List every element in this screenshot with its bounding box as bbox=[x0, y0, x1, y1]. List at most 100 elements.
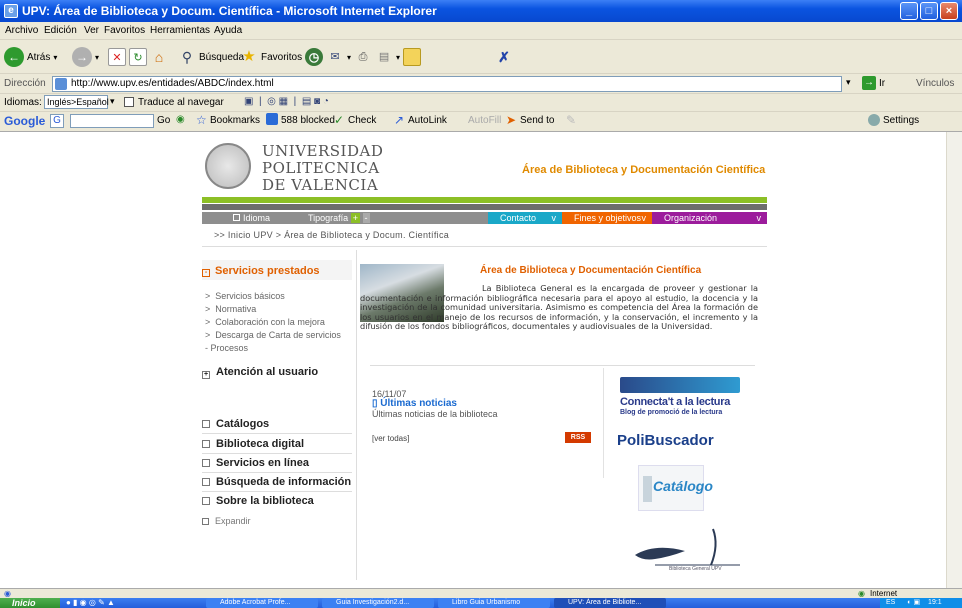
search-button[interactable]: ⚲ Búsqueda bbox=[178, 46, 244, 68]
messenger-icon[interactable]: ✗ bbox=[495, 48, 513, 66]
news-title-link[interactable]: ▯ Últimas noticias bbox=[372, 398, 457, 409]
menu-ayuda[interactable]: Ayuda bbox=[214, 25, 242, 36]
taskbar-item-libro[interactable]: Libro Guia Urbanismo bbox=[438, 598, 550, 608]
menu-ver[interactable]: Ver bbox=[84, 25, 99, 36]
nav-idioma[interactable]: Idioma bbox=[233, 212, 270, 224]
links-label[interactable]: Vínculos bbox=[916, 78, 954, 89]
university-line-2: POLITECNICA bbox=[262, 159, 380, 177]
taskbar-item-guia[interactable]: Guia Investigación2.d... bbox=[322, 598, 434, 608]
translate-checkbox[interactable] bbox=[124, 97, 134, 107]
catalogo-banner[interactable]: Catálogo bbox=[638, 465, 713, 511]
sendto-button[interactable]: Send to bbox=[520, 115, 554, 126]
autofill-button[interactable]: AutoFill bbox=[468, 115, 501, 126]
check-button[interactable]: Check bbox=[348, 115, 376, 126]
taskbar-item-upv-active[interactable]: UPV: Área de Bibliote... bbox=[554, 598, 666, 608]
menu-edicion[interactable]: Edición bbox=[44, 25, 77, 36]
forward-arrow-icon: → bbox=[72, 47, 92, 67]
popup-blocker-icon bbox=[266, 113, 278, 125]
home-icon[interactable]: ⌂ bbox=[150, 48, 168, 66]
google-g-icon[interactable]: G bbox=[50, 114, 64, 128]
language-select[interactable]: Inglés>Español bbox=[44, 95, 109, 109]
upv-seal-logo[interactable] bbox=[205, 143, 251, 189]
catalogo-title: Catálogo bbox=[653, 478, 713, 494]
search-label: Búsqueda bbox=[199, 51, 245, 63]
google-search-input[interactable] bbox=[70, 114, 154, 128]
connecta-subtitle: Blog de promoció de la lectura bbox=[620, 409, 723, 416]
nav-organizacion[interactable]: Organización v bbox=[652, 212, 767, 224]
favorites-button[interactable]: ★ Favoritos bbox=[240, 46, 302, 68]
quicklaunch-icons[interactable]: ● ▮ ◉ ◎ ✎ ▲ bbox=[66, 598, 115, 608]
autolink-button[interactable]: AutoLink bbox=[408, 115, 447, 126]
folder-icon[interactable] bbox=[403, 48, 422, 66]
divider bbox=[202, 246, 767, 247]
minimize-button[interactable]: _ bbox=[900, 2, 918, 20]
sidebar-item-catalogos[interactable]: Catálogos bbox=[202, 418, 269, 430]
history-icon[interactable]: ◷ bbox=[305, 48, 323, 66]
maximize-button[interactable]: □ bbox=[920, 2, 938, 20]
edit-icon[interactable]: ▤ bbox=[375, 48, 393, 66]
address-bar: Dirección http://www.upv.es/entidades/AB… bbox=[0, 74, 962, 94]
blocked-count[interactable]: 588 blocked bbox=[281, 115, 335, 126]
sidebar-subitem-servicios-basicos[interactable]: > Servicios básicos bbox=[205, 290, 341, 303]
refresh-icon[interactable]: ↻ bbox=[129, 48, 147, 66]
nav-tipografia[interactable]: Tipografía + - bbox=[308, 212, 370, 224]
news-see-all-link[interactable]: [ver todas] bbox=[372, 434, 409, 443]
menu-archivo[interactable]: Archivo bbox=[5, 25, 38, 36]
go-button[interactable]: Ir bbox=[879, 78, 885, 89]
tray-icons[interactable]: ◐ ▣ bbox=[907, 599, 920, 606]
vertical-scrollbar[interactable] bbox=[946, 132, 962, 588]
address-label: Dirección bbox=[4, 78, 46, 89]
nav-fines[interactable]: Fines y objetivos v bbox=[562, 212, 652, 224]
sidebar-item-biblioteca-digital[interactable]: Biblioteca digital bbox=[202, 438, 304, 450]
ie-app-icon: e bbox=[4, 4, 18, 18]
bookmarks-button[interactable]: Bookmarks bbox=[210, 115, 260, 126]
highlighter-icon[interactable]: ✎ bbox=[566, 113, 576, 127]
address-dropdown-icon[interactable]: ▾ bbox=[846, 77, 851, 88]
sidebar-subitem-colaboracion[interactable]: > Colaboración con la mejora bbox=[205, 316, 341, 329]
header-green-bar bbox=[202, 197, 767, 203]
sidebar-atencion-usuario[interactable]: + Atención al usuario bbox=[202, 366, 318, 379]
mail-icon[interactable]: ✉ bbox=[326, 48, 344, 66]
go-arrow-icon[interactable]: → bbox=[862, 76, 876, 90]
dropdown-arrow-icon[interactable]: ▾ bbox=[347, 53, 351, 62]
sidebar-item-servicios-linea[interactable]: Servicios en línea bbox=[202, 457, 309, 469]
connecta-banner[interactable]: Connecta't a la lectura Blog de promoció… bbox=[620, 377, 744, 427]
sidebar-subitem-normativa[interactable]: > Normativa bbox=[205, 303, 341, 316]
toolbar-icons[interactable]: ▣ | ◎ ▦ | ▤ ◙ ◔ bbox=[244, 96, 329, 107]
sidebar-servicios-prestados[interactable]: - Servicios prestados bbox=[202, 265, 320, 277]
university-name[interactable]: UNIVERSIDAD POLITECNICA DE VALENCIA bbox=[262, 143, 383, 194]
rss-button[interactable]: RSS bbox=[565, 432, 591, 443]
clock: 19:1 bbox=[928, 599, 942, 606]
google-go-button[interactable]: Go bbox=[157, 115, 170, 126]
back-button[interactable]: ← Atrás ▾ bbox=[4, 46, 57, 68]
star-icon: ★ bbox=[242, 48, 256, 65]
biblioteca-general-logo[interactable]: Biblioteca General UPV bbox=[625, 525, 745, 575]
language-indicator[interactable]: ES bbox=[886, 599, 895, 606]
language-dropdown-icon[interactable]: ▾ bbox=[110, 96, 115, 107]
menu-favoritos[interactable]: Favoritos bbox=[104, 25, 145, 36]
sidebar-item-busqueda[interactable]: Búsqueda de información bbox=[202, 476, 351, 488]
news-description: Últimas noticias de la biblioteca bbox=[372, 409, 498, 419]
sidebar-subitem-descarga[interactable]: > Descarga de Carta de servicios bbox=[205, 329, 341, 342]
page-icon: ▯ bbox=[372, 398, 378, 409]
close-button[interactable]: × bbox=[940, 2, 958, 20]
sidebar-subitem-procesos[interactable]: - Procesos bbox=[205, 342, 341, 355]
header-gray-bar bbox=[202, 204, 767, 210]
globe-icon[interactable]: ◉ bbox=[176, 114, 185, 125]
dropdown-arrow-icon[interactable]: ▾ bbox=[396, 53, 400, 62]
stop-icon[interactable]: ✕ bbox=[108, 48, 126, 66]
google-logo[interactable]: Google bbox=[4, 114, 45, 128]
sidebar-expandir[interactable]: Expandir bbox=[202, 516, 251, 526]
menu-herramientas[interactable]: Herramientas bbox=[150, 25, 210, 36]
breadcrumb[interactable]: >> Inicio UPV > Área de Biblioteca y Doc… bbox=[214, 230, 449, 240]
print-icon[interactable]: ⎙ bbox=[354, 48, 372, 66]
start-button[interactable]: Inicio bbox=[0, 598, 60, 608]
nav-contacto[interactable]: Contacto v bbox=[488, 212, 562, 224]
system-tray: ES ◐ ▣ 19:1 bbox=[880, 598, 962, 608]
settings-button[interactable]: Settings bbox=[883, 115, 919, 126]
taskbar-item-acrobat[interactable]: Adobe Acrobat Profe... bbox=[206, 598, 318, 608]
sidebar-item-sobre[interactable]: Sobre la biblioteca bbox=[202, 495, 314, 507]
forward-button[interactable]: → ▾ bbox=[72, 46, 99, 68]
polibuscador-banner[interactable]: PoliBuscador bbox=[617, 432, 714, 449]
address-input[interactable]: http://www.upv.es/entidades/ABDC/index.h… bbox=[52, 76, 842, 92]
